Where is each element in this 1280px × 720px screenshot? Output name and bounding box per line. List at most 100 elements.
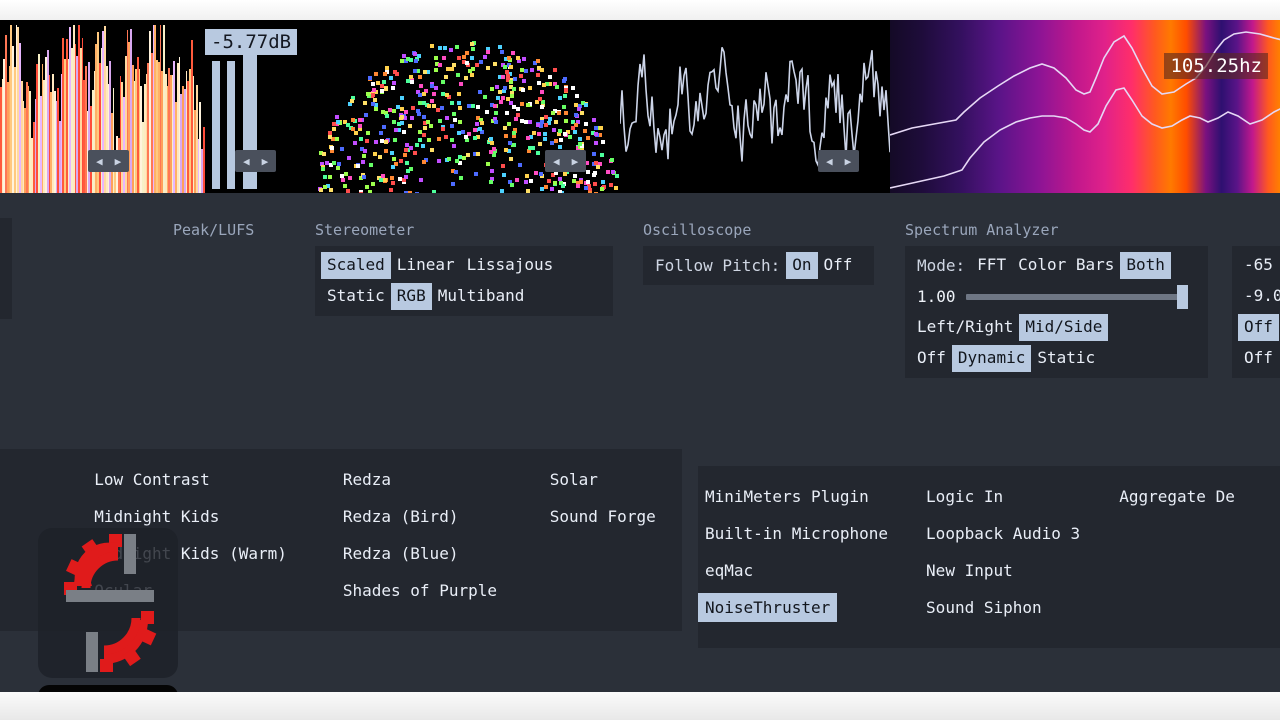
stereometer-dot — [585, 136, 590, 141]
prev-icon[interactable]: ◀ — [553, 156, 560, 167]
theme-list-item[interactable]: Redza (Bird) — [336, 502, 466, 531]
theme-list-item[interactable]: Solar — [543, 465, 605, 494]
right-option-minus9[interactable]: -9.0 — [1238, 283, 1280, 310]
stereometer-dot — [322, 174, 327, 179]
stereometer-dot — [562, 77, 567, 81]
oscilloscope-nav[interactable]: ◀ ▶ — [818, 150, 860, 172]
stereometer-dot — [379, 131, 384, 136]
prev-icon[interactable]: ◀ — [96, 156, 103, 167]
stereometer-dot — [444, 135, 449, 140]
stereometer-dot — [563, 172, 568, 177]
spectrum-channel-left-right[interactable]: Left/Right — [911, 314, 1019, 341]
stereometer-dot — [586, 169, 591, 174]
stereometer-nav[interactable]: ◀ ▶ — [545, 150, 587, 172]
stereometer-dot — [391, 85, 395, 90]
audio-device-item[interactable]: Loopback Audio 3 — [919, 519, 1087, 548]
audio-device-item[interactable]: Logic In — [919, 482, 1010, 511]
color-channel-option[interactable]: ht Mid Side — [0, 224, 6, 251]
stereometer-dot — [335, 115, 340, 120]
peak-nav[interactable]: ◀ ▶ — [235, 150, 277, 172]
spectrogram-nav[interactable]: ◀ ▶ — [88, 150, 130, 172]
stereometer-dot — [396, 104, 401, 109]
audio-device-item[interactable]: eqMac — [698, 556, 760, 585]
right-option-off-selected[interactable]: Off — [1238, 314, 1279, 341]
stereometer-dot — [585, 179, 590, 184]
stereometer-option-rgb[interactable]: RGB — [390, 283, 432, 310]
spectrum-mode-fft[interactable]: FFT — [971, 252, 1012, 279]
right-row-toggle-a: Off — [1238, 312, 1280, 343]
spectrum-slider-row: 1.00 — [911, 281, 1202, 312]
right-option-minus65[interactable]: -65 — [1238, 252, 1279, 279]
stereometer-dot — [571, 178, 576, 183]
stereometer-dot — [462, 54, 467, 59]
stereometer-dot — [409, 116, 414, 121]
stereometer-option-scaled[interactable]: Scaled — [321, 252, 391, 279]
stereometer-dot — [503, 133, 508, 138]
spectrum-slider-thumb[interactable] — [1176, 284, 1188, 309]
stereometer-dot — [422, 126, 427, 131]
follow-pitch-on[interactable]: On — [786, 252, 818, 279]
stereometer-dot — [580, 111, 585, 116]
theme-list-item[interactable]: Redza — [336, 465, 398, 494]
stereometer-visualizer[interactable]: ◀ ▶ — [310, 20, 620, 193]
stereometer-dot — [403, 174, 408, 179]
stereometer-dot — [340, 147, 345, 152]
audio-device-item[interactable]: Built-in Microphone — [698, 519, 895, 548]
stereometer-dot — [537, 97, 542, 102]
stereometer-dot — [436, 158, 441, 163]
spectrum-slider[interactable] — [965, 284, 1188, 309]
stereometer-option-static[interactable]: Static — [321, 283, 391, 310]
audio-device-item[interactable]: MiniMeters Plugin — [698, 482, 876, 511]
spectrum-smoothing-dynamic[interactable]: Dynamic — [951, 345, 1032, 372]
stereometer-option-lissajous[interactable]: Lissajous — [461, 252, 560, 279]
stereometer-dot — [336, 162, 341, 167]
audio-device-item[interactable]: Aggregate De — [1112, 482, 1242, 511]
stereometer-dot — [478, 126, 483, 131]
theme-list-item[interactable]: Low Contrast — [87, 465, 217, 494]
audio-device-item[interactable]: Sound Siphon — [919, 593, 1049, 622]
watermark-badge: Steamspowered — [38, 685, 178, 692]
spectrum-smoothing-off[interactable]: Off — [911, 345, 952, 372]
oscilloscope-visualizer[interactable]: ◀ ▶ — [620, 20, 890, 193]
stereometer-dot — [404, 110, 409, 115]
oscilloscope-panel: Follow Pitch: On Off — [643, 246, 874, 285]
stereometer-dot — [422, 91, 427, 96]
prev-icon[interactable]: ◀ — [243, 156, 250, 167]
right-option-off[interactable]: Off — [1238, 345, 1279, 372]
audio-device-item[interactable]: NoiseThruster — [698, 593, 838, 622]
theme-list-item[interactable]: Shades of Purple — [336, 576, 504, 605]
spectrum-channel-mid-side[interactable]: Mid/Side — [1019, 314, 1109, 341]
spectrogram-visualizer[interactable]: ◀ ▶ — [0, 20, 205, 193]
theme-list-item[interactable]: Midnight Kids — [87, 502, 226, 531]
stereometer-dot — [516, 59, 521, 64]
stereometer-dot — [379, 177, 384, 182]
stereometer-dot — [391, 80, 396, 85]
theme-list-item[interactable]: Sound Forge — [543, 502, 663, 531]
stereometer-dot — [553, 138, 558, 143]
stereometer-dot — [506, 56, 511, 60]
stereometer-dot — [595, 165, 600, 170]
stereometer-dot — [391, 180, 395, 185]
spectrum-mode-color-bars[interactable]: Color Bars — [1012, 252, 1120, 279]
theme-list-item[interactable]: Redza (Blue) — [336, 539, 466, 568]
stereometer-dot — [384, 139, 389, 144]
stereometer-option-linear[interactable]: Linear — [391, 252, 461, 279]
follow-pitch-off[interactable]: Off — [818, 252, 859, 279]
stereometer-dot — [613, 186, 618, 190]
stereometer-dot — [400, 120, 405, 125]
prev-icon[interactable]: ◀ — [826, 156, 833, 167]
spectrum-analyzer-panel: Mode: FFT Color Bars Both 1.00 Left/Righ… — [905, 246, 1208, 378]
spectrum-smoothing-static[interactable]: Static — [1031, 345, 1101, 372]
next-icon[interactable]: ▶ — [115, 156, 122, 167]
next-icon[interactable]: ▶ — [262, 156, 269, 167]
next-icon[interactable]: ▶ — [845, 156, 852, 167]
stereometer-dot — [547, 179, 552, 183]
stereometer-option-multiband[interactable]: Multiband — [432, 283, 531, 310]
spectrum-mode-both[interactable]: Both — [1120, 252, 1171, 279]
stereometer-dot — [449, 48, 454, 53]
next-icon[interactable]: ▶ — [572, 156, 579, 167]
audio-device-item[interactable]: New Input — [919, 556, 1020, 585]
spectrum-analyzer-visualizer[interactable]: 105.25hz — [890, 20, 1280, 193]
steamspowered-watermark: Steamspowered — [38, 528, 178, 692]
stereometer-dot — [418, 101, 423, 105]
